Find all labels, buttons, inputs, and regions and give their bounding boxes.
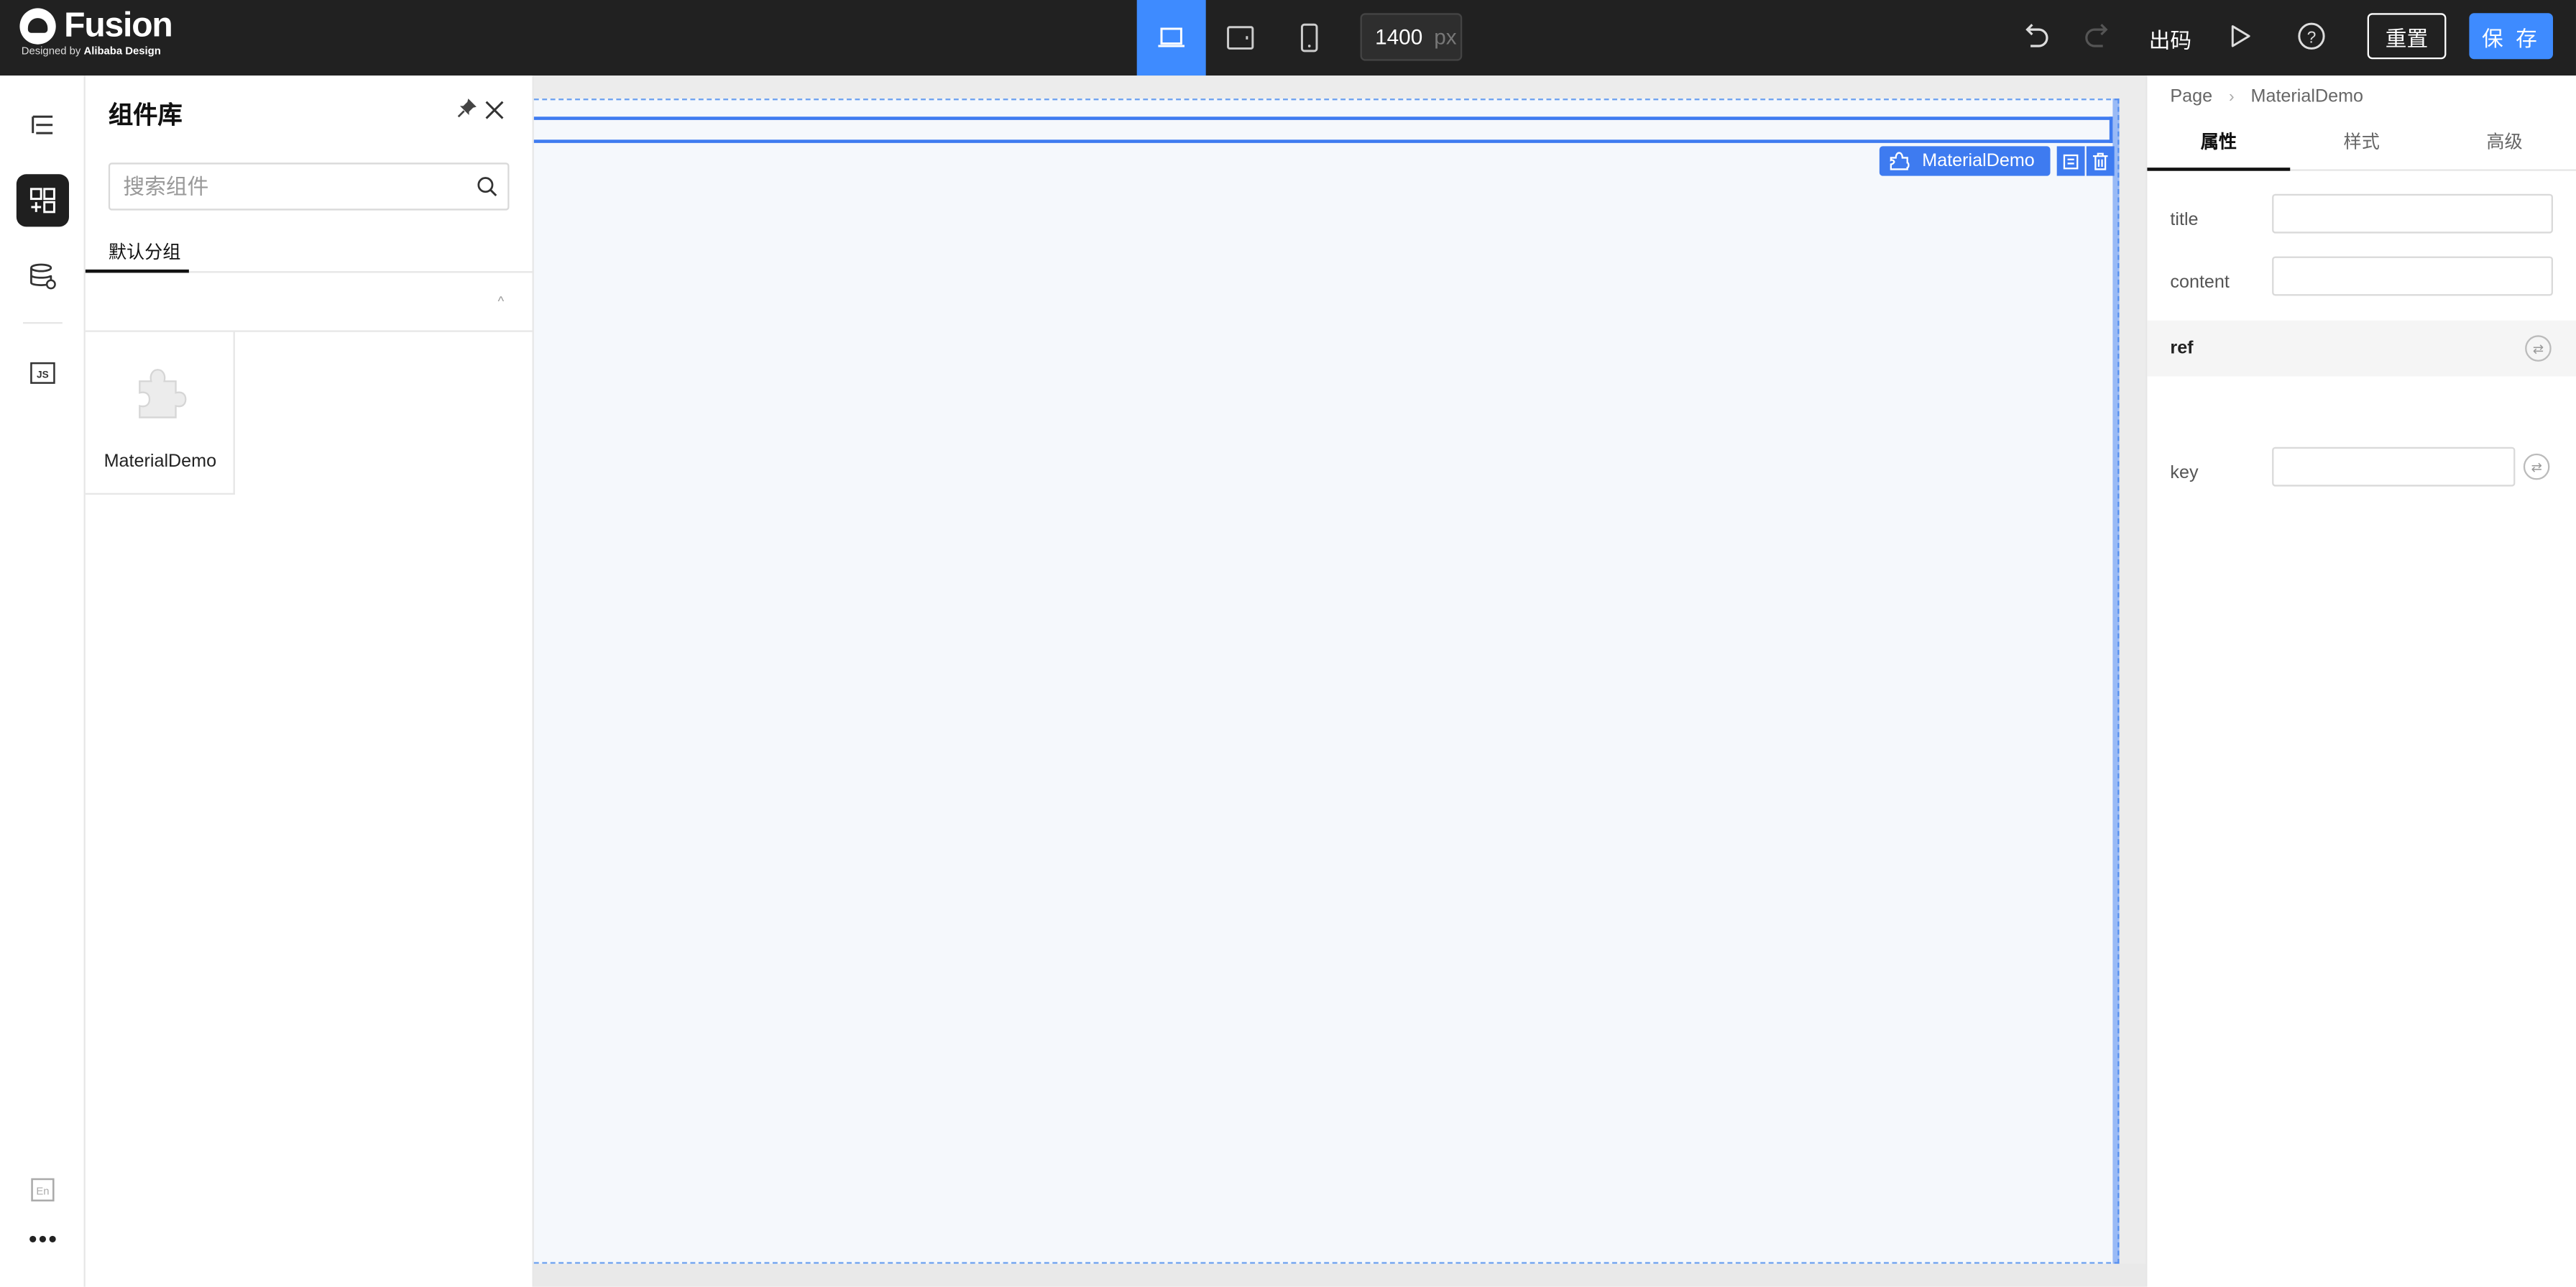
component-group-tabs: 默认分组 — [85, 234, 534, 273]
datasource-button[interactable] — [17, 249, 69, 302]
undo-icon — [2025, 24, 2048, 47]
laptop-icon — [1158, 27, 1184, 47]
svg-text:En: En — [36, 1186, 49, 1198]
chevron-up-icon: ^ — [497, 294, 505, 309]
tablet-icon — [1227, 26, 1254, 50]
canvas-width-value: 1400 — [1375, 24, 1423, 50]
pin-icon — [457, 99, 477, 118]
chevron-right-icon: › — [2229, 88, 2235, 106]
redo-icon — [2085, 24, 2108, 47]
trash-icon — [2092, 152, 2108, 170]
svg-text:?: ? — [2307, 27, 2317, 46]
search-icon — [477, 177, 497, 197]
save-button[interactable]: 保 存 — [2469, 13, 2553, 60]
tab-properties[interactable]: 属性 — [2147, 119, 2291, 171]
group-header[interactable]: ^ — [85, 272, 534, 332]
canvas-bottom-gutter — [533, 1263, 2146, 1287]
prop-row-content: content — [2147, 256, 2576, 316]
more-icon — [29, 1235, 56, 1242]
close-icon — [485, 101, 504, 119]
tab-styles[interactable]: 样式 — [2290, 119, 2433, 170]
language-en-icon: En — [31, 1178, 55, 1201]
prop-label-ref: ref — [2170, 338, 2194, 359]
prop-row-title: title — [2147, 193, 2576, 253]
tab-default-group[interactable]: 默认分组 — [109, 238, 181, 265]
puzzle-icon — [130, 362, 189, 429]
page-frame[interactable]: MaterialDemo — [533, 99, 2120, 1264]
reset-button[interactable]: 重置 — [2367, 13, 2447, 60]
prop-label-content: content — [2170, 272, 2230, 293]
more-button[interactable] — [17, 1213, 69, 1265]
svg-text:JS: JS — [37, 370, 49, 380]
search-button[interactable] — [465, 176, 507, 198]
component-card-name: MaterialDemo — [104, 452, 217, 472]
design-canvas[interactable]: MaterialDemo — [533, 75, 2146, 1287]
prop-row-ref: ref ⇄ — [2147, 320, 2576, 377]
pin-button[interactable] — [456, 97, 478, 127]
delete-component-button[interactable] — [2086, 146, 2115, 176]
canvas-width-unit: px — [1434, 24, 1457, 50]
breadcrumb-page[interactable]: Page — [2170, 87, 2212, 106]
export-code-button[interactable]: 出码 — [2149, 23, 2191, 54]
logo-subtitle: Designed by Alibaba Design — [21, 45, 161, 58]
selected-component-outline[interactable] — [533, 116, 2113, 143]
preview-button[interactable] — [2221, 17, 2260, 56]
component-library-icon — [29, 188, 55, 214]
variable-bind-icon[interactable]: ⇄ — [2523, 453, 2550, 480]
canvas-width-input[interactable]: 1400 px — [1360, 13, 1463, 61]
outline-tree-button[interactable] — [17, 99, 69, 151]
variable-bind-icon[interactable]: ⇄ — [2525, 335, 2552, 362]
settings-panel: Page › MaterialDemo 属性 样式 高级 title conte… — [2145, 75, 2576, 1287]
prop-input-content[interactable] — [2272, 256, 2553, 296]
logo-text: Fusion — [64, 6, 173, 45]
selected-component-tag[interactable]: MaterialDemo — [1879, 146, 2051, 176]
prop-label-title: title — [2170, 210, 2199, 230]
copy-icon — [2063, 153, 2079, 169]
breadcrumb: Page › MaterialDemo — [2170, 87, 2363, 106]
breadcrumb-component[interactable]: MaterialDemo — [2251, 87, 2363, 106]
component-search — [108, 162, 510, 211]
outline-tree-icon — [32, 115, 53, 134]
copy-component-button[interactable] — [2056, 146, 2085, 176]
rail-divider — [22, 321, 63, 324]
undo-button[interactable] — [2016, 17, 2056, 56]
play-icon — [2231, 25, 2250, 47]
tablet-view-button[interactable] — [1206, 0, 1275, 75]
datasource-icon — [30, 263, 56, 290]
component-library-panel: 组件库 默认分组 ^ MaterialDemo — [85, 75, 534, 1287]
component-tag-icon — [1890, 152, 1910, 170]
help-icon: ? — [2298, 22, 2325, 50]
desktop-view-button[interactable] — [1136, 0, 1206, 76]
panel-title: 组件库 — [108, 101, 183, 130]
canvas-scrollbar[interactable] — [2112, 99, 2120, 1264]
prop-input-title[interactable] — [2272, 193, 2553, 234]
mobile-icon — [1300, 23, 1318, 52]
js-code-button[interactable]: JS — [17, 347, 69, 399]
js-icon: JS — [30, 362, 55, 384]
component-search-input[interactable] — [123, 174, 465, 199]
prop-row-key: key ⇄ — [2147, 446, 2576, 506]
redo-button[interactable] — [2078, 17, 2117, 56]
component-library-button[interactable] — [16, 174, 69, 227]
selected-component-name: MaterialDemo — [1922, 151, 2035, 171]
prop-input-key[interactable] — [2272, 446, 2516, 487]
settings-tabs: 属性 样式 高级 — [2147, 119, 2576, 171]
fusion-logo-icon — [19, 8, 56, 45]
prop-label-key: key — [2170, 463, 2199, 483]
tab-advanced[interactable]: 高级 — [2433, 119, 2576, 170]
language-switch-button[interactable]: En — [17, 1163, 69, 1216]
mobile-view-button[interactable] — [1275, 0, 1344, 75]
left-icon-rail: JS En — [0, 75, 86, 1287]
close-panel-button[interactable] — [484, 99, 504, 128]
top-toolbar: Fusion Designed by Alibaba Design 1400 p… — [0, 0, 2576, 76]
help-button[interactable]: ? — [2292, 17, 2332, 56]
component-card-materialdemo[interactable]: MaterialDemo — [85, 331, 235, 495]
